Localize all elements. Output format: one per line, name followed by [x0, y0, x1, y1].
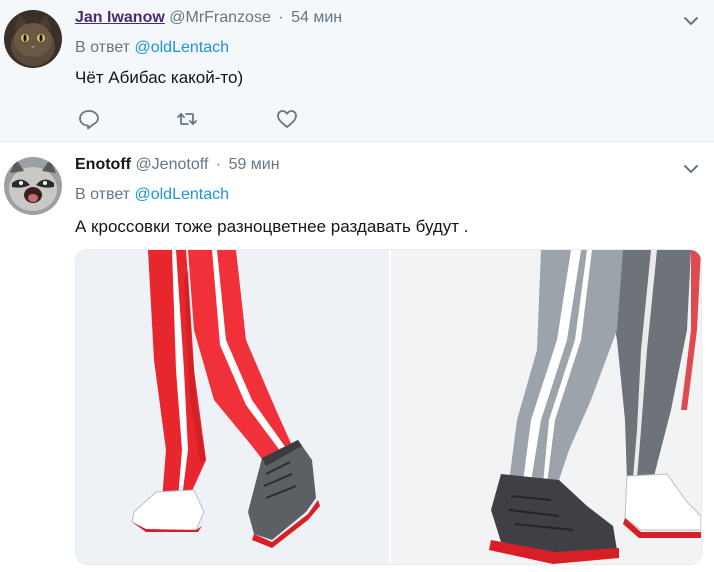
- red-tracksuit-legs-photo[interactable]: [76, 250, 389, 565]
- separator: ·: [278, 9, 284, 26]
- display-name[interactable]: Enotoff: [75, 156, 131, 173]
- username[interactable]: @MrFranzose: [169, 9, 271, 26]
- grey-tracksuit-legs-photo[interactable]: [391, 250, 702, 565]
- username[interactable]: @Jenotoff: [135, 156, 208, 173]
- avatar[interactable]: [4, 10, 62, 68]
- chevron-down-icon[interactable]: [682, 12, 700, 30]
- reply-prefix: В ответ: [75, 186, 131, 203]
- reply-context: В ответ @oldLentach: [75, 39, 229, 57]
- reply-prefix: В ответ: [75, 39, 131, 56]
- timestamp[interactable]: 59 мин: [229, 156, 280, 173]
- tweet-jan-iwanow[interactable]: Jan Iwanow @MrFranzose · 54 мин В ответ …: [0, 0, 714, 142]
- cat-avatar-icon: [4, 10, 62, 68]
- chevron-down-icon[interactable]: [682, 160, 700, 178]
- reply-to-link[interactable]: @oldLentach: [134, 39, 229, 56]
- avatar[interactable]: [4, 157, 62, 215]
- media-grid: [75, 249, 702, 565]
- retweet-icon[interactable]: [176, 108, 198, 130]
- like-icon[interactable]: [276, 108, 298, 130]
- tweet-actions: [78, 108, 318, 130]
- reply-context: В ответ @oldLentach: [75, 186, 229, 204]
- timestamp[interactable]: 54 мин: [291, 9, 342, 26]
- display-name[interactable]: Jan Iwanow: [75, 9, 165, 26]
- tweet-header: Enotoff @Jenotoff · 59 мин: [75, 156, 280, 174]
- reply-to-link[interactable]: @oldLentach: [134, 186, 229, 203]
- reply-icon[interactable]: [78, 108, 100, 130]
- separator: ·: [215, 156, 222, 173]
- tweet-header: Jan Iwanow @MrFranzose · 54 мин: [75, 9, 342, 27]
- tweet-text: Чёт Абибас какой-то): [75, 68, 244, 87]
- raccoon-avatar-icon: [4, 157, 62, 215]
- tweet-enotoff[interactable]: Enotoff @Jenotoff · 59 мин В ответ @oldL…: [0, 142, 714, 572]
- tweet-text: А кроссовки тоже разноцветнее раздавать …: [75, 217, 469, 236]
